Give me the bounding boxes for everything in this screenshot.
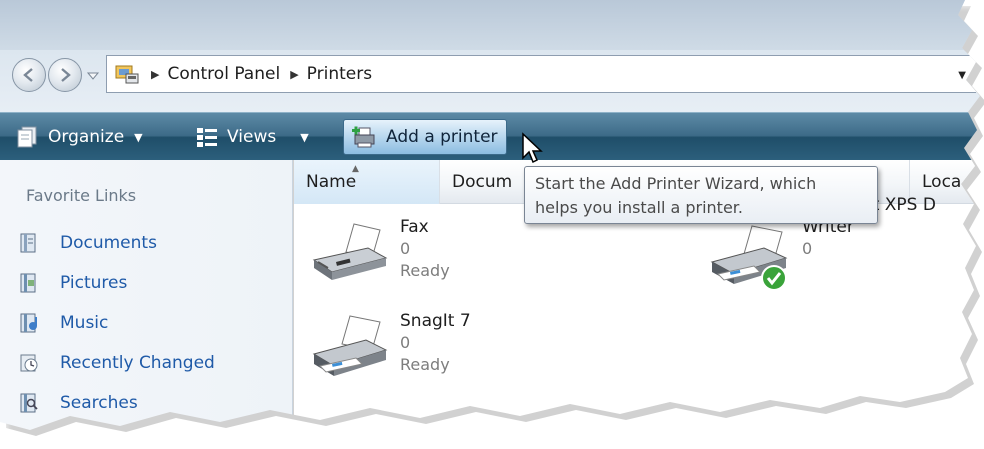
favorite-links-pane: Favorite Links Documents Pictures Music …	[0, 160, 293, 449]
printer-name: SnagIt 7	[400, 311, 471, 331]
recently-changed-icon	[20, 354, 38, 372]
column-header-label: Loca	[922, 172, 962, 192]
music-icon	[20, 313, 37, 333]
sidebar-item-label: Recently Changed	[60, 353, 215, 373]
sidebar-item-documents[interactable]: Documents	[18, 228, 157, 258]
arrow-right-icon	[61, 68, 71, 82]
sidebar-item-recently-changed[interactable]: Recently Changed	[18, 348, 215, 378]
add-printer-label: Add a printer	[386, 127, 498, 147]
sidebar-item-searches[interactable]: Searches	[18, 388, 138, 418]
add-printer-button[interactable]: Add a printer	[343, 119, 507, 155]
back-button[interactable]	[12, 58, 46, 92]
printer-status: Ready	[400, 355, 450, 374]
chevron-down-icon: ▼	[134, 130, 143, 144]
tooltip-line: helps you install a printer.	[535, 198, 743, 217]
printer-item-microsoft-xps[interactable]: Microsoft XPS D Writer 0	[708, 195, 936, 294]
title-bar	[0, 0, 980, 50]
breadcrumb-control-panel[interactable]: Control Panel	[167, 64, 280, 84]
sort-ascending-icon: ▲	[352, 164, 359, 174]
sidebar-item-music[interactable]: Music	[18, 308, 108, 338]
add-printer-icon	[352, 126, 375, 148]
organize-icon	[17, 126, 37, 148]
address-dropdown-icon[interactable]: ▼	[958, 70, 966, 81]
mouse-cursor-icon	[522, 132, 543, 164]
recent-pages-dropdown-icon[interactable]	[86, 70, 100, 82]
sidebar-item-label: Documents	[60, 233, 157, 253]
organize-label: Organize	[48, 127, 125, 147]
sidebar-item-pictures[interactable]: Pictures	[18, 268, 127, 298]
crumb-separator-icon[interactable]: ▶	[290, 68, 298, 81]
printer-status: Ready	[400, 261, 450, 280]
printer-item-snagit[interactable]: SnagIt 7 0 Ready	[306, 310, 471, 388]
chevron-down-icon: ▼	[300, 130, 309, 144]
printer-details: Fax 0 Ready	[400, 216, 450, 294]
crumb-separator-icon[interactable]: ▶	[151, 68, 159, 81]
screenshot-stage: ▶ Control Panel ▶ Printers ▼ Organize ▼	[0, 0, 984, 449]
printer-item-fax[interactable]: Fax 0 Ready	[306, 216, 450, 294]
favorite-links-title: Favorite Links	[26, 186, 137, 205]
arrow-left-icon	[23, 68, 33, 82]
views-icon	[197, 128, 217, 147]
glass-header: ▶ Control Panel ▶ Printers ▼	[0, 0, 980, 112]
printer-details: SnagIt 7 0 Ready	[400, 310, 471, 388]
tooltip-line: Start the Add Printer Wizard, which	[535, 174, 817, 193]
forward-button[interactable]	[48, 58, 82, 92]
column-header-label: Docum	[452, 172, 513, 192]
printer-name: Fax	[400, 217, 429, 237]
documents-icon	[20, 233, 36, 253]
column-header-label: Name	[306, 172, 357, 192]
sidebar-item-label: Music	[60, 313, 109, 333]
organize-button[interactable]: Organize ▼	[14, 123, 143, 151]
sidebar-item-label: Public	[60, 431, 111, 449]
explorer-window: ▶ Control Panel ▶ Printers ▼ Organize ▼	[0, 0, 980, 449]
printer-document-count: 0	[802, 239, 813, 258]
printer-document-count: 0	[400, 333, 411, 352]
views-label: Views	[227, 127, 277, 147]
pictures-icon	[20, 273, 36, 293]
column-header-name[interactable]: ▲ Name	[294, 160, 440, 204]
control-panel-icon	[115, 65, 139, 84]
sidebar-item-label: Pictures	[60, 273, 128, 293]
printer-icon	[312, 315, 388, 376]
breadcrumb-printers[interactable]: Printers	[307, 64, 372, 84]
command-bar: Organize ▼ Views ▼ Add a printer	[0, 112, 980, 160]
fax-icon	[312, 223, 388, 280]
printer-document-count: 0	[400, 239, 411, 258]
searches-icon	[20, 393, 38, 413]
add-printer-tooltip: Start the Add Printer Wizard, which help…	[524, 166, 878, 224]
address-bar[interactable]: ▶ Control Panel ▶ Printers ▼	[106, 55, 976, 93]
sidebar-item-label: Searches	[60, 393, 138, 413]
default-printer-icon	[710, 225, 788, 291]
views-button[interactable]: Views ▼	[195, 123, 309, 151]
